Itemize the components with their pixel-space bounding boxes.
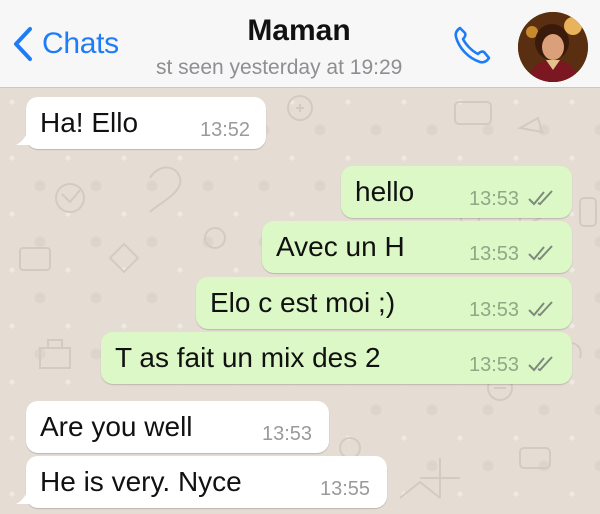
double-check-icon <box>528 356 553 372</box>
message-time: 13:53 <box>469 354 520 376</box>
double-check-icon <box>528 301 553 317</box>
contact-avatar[interactable] <box>518 12 588 82</box>
message-text: hello <box>355 176 415 207</box>
message-text: T as fait un mix des 2 <box>115 342 381 373</box>
message-time: 13:52 <box>200 119 251 141</box>
message-bubble-incoming[interactable]: Ha! Ello 13:52 <box>16 97 266 149</box>
message-bubble-outgoing[interactable]: hello 13:53 <box>341 166 572 218</box>
message-bubble-incoming[interactable]: He is very. Nyce 13:55 <box>16 456 387 508</box>
message-time: 13:53 <box>469 299 520 321</box>
message-text: Elo c est moi ;) <box>210 287 396 318</box>
double-check-icon <box>528 245 553 261</box>
message-bubble-incoming[interactable]: Are you well 13:53 <box>26 401 329 453</box>
message-text: He is very. Nyce <box>40 466 242 497</box>
contact-name[interactable]: Maman <box>247 14 350 47</box>
message-time: 13:55 <box>320 478 371 500</box>
chevron-left-icon <box>14 27 32 61</box>
message-text: Are you well <box>40 411 193 442</box>
message-bubble-outgoing[interactable]: Avec un H 13:53 <box>262 221 572 273</box>
avatar-photo <box>518 12 588 82</box>
bubble-tail <box>16 484 36 504</box>
double-check-icon <box>528 190 553 206</box>
message-text: Avec un H <box>276 231 405 262</box>
message-time: 13:53 <box>469 243 520 265</box>
phone-icon[interactable] <box>450 22 496 68</box>
chat-header: Chats Maman st seen yesterday at 19:29 <box>0 0 600 88</box>
message-time: 13:53 <box>469 188 520 210</box>
last-seen-status: st seen yesterday at 19:29 <box>156 56 403 79</box>
bubble-tail <box>16 125 36 145</box>
message-text: Ha! Ello <box>40 107 139 138</box>
message-time: 13:53 <box>262 423 313 445</box>
back-button[interactable]: Chats <box>12 26 119 62</box>
message-bubble-outgoing[interactable]: Elo c est moi ;) 13:53 <box>196 277 572 329</box>
message-bubble-outgoing[interactable]: T as fait un mix des 2 13:53 <box>101 332 572 384</box>
back-label: Chats <box>42 27 119 60</box>
chat-area[interactable]: Ha! Ello 13:52 hello 13:53 Avec un H 13:… <box>0 88 600 514</box>
